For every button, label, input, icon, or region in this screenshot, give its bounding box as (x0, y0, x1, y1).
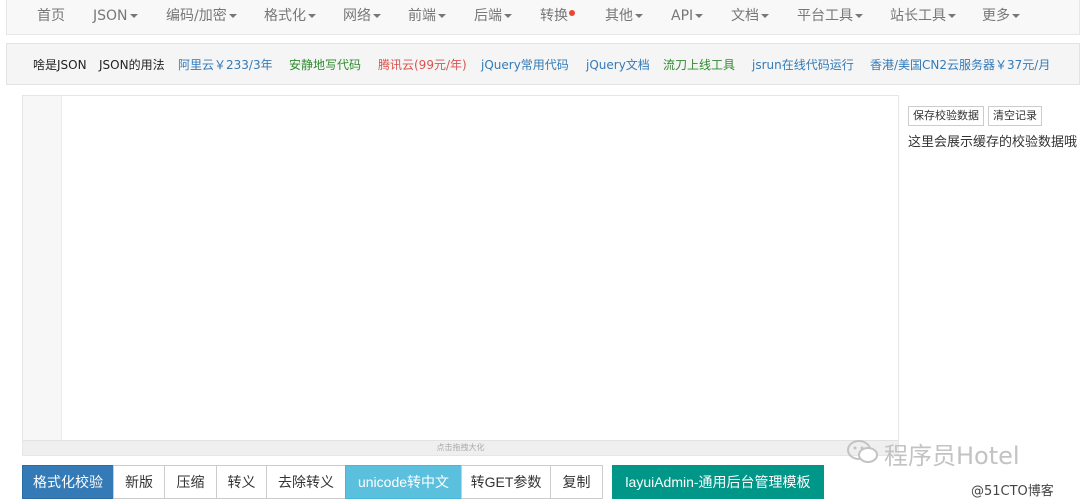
nav-item-encode[interactable]: 编码/加密 (166, 0, 237, 35)
nav-item-network[interactable]: 网络 (343, 0, 381, 35)
unescape-button[interactable]: 去除转义 (266, 465, 346, 499)
nav-item-label: 文档 (731, 8, 759, 24)
caret-down-icon (228, 14, 237, 18)
caret-down-icon (129, 14, 138, 18)
cache-placeholder-text: 这里会展示缓存的校验数据哦 (908, 135, 1078, 150)
link-tencent-cloud[interactable]: 腾讯云(99元/年) (378, 44, 467, 86)
top-navbar: 首页 JSON 编码/加密 格式化 网络 前端 后端 转换 其他 API 文档 … (6, 0, 1080, 35)
nav-item-label: API (671, 8, 694, 24)
quick-links-bar: 啥是JSON JSON的用法 阿里云￥233/3年 安静地写代码 腾讯云(99元… (6, 43, 1080, 85)
nav-item-json[interactable]: JSON (93, 0, 138, 35)
watermark: 程序员Hotel (846, 438, 1020, 474)
wechat-icon (846, 438, 880, 476)
copyright-text: @51CTO博客 (971, 484, 1054, 499)
link-what-is-json[interactable]: 啥是JSON (33, 44, 87, 86)
nav-item-platform-tools[interactable]: 平台工具 (797, 0, 863, 35)
save-validation-button[interactable]: 保存校验数据 (908, 106, 984, 126)
escape-button[interactable]: 转义 (216, 465, 267, 499)
caret-down-icon (1012, 14, 1020, 18)
nav-item-label: 前端 (408, 8, 436, 24)
link-aliyun[interactable]: 阿里云￥233/3年 (178, 44, 273, 86)
watermark-text: 程序员Hotel (884, 442, 1020, 470)
link-jsrun[interactable]: jsrun在线代码运行 (752, 44, 854, 86)
nav-item-frontend[interactable]: 前端 (408, 0, 446, 35)
link-json-usage[interactable]: JSON的用法 (99, 44, 165, 86)
nav-item-backend[interactable]: 后端 (474, 0, 512, 35)
caret-down-icon (948, 14, 956, 18)
caret-down-icon (438, 14, 446, 18)
nav-item-docs[interactable]: 文档 (731, 0, 769, 35)
caret-down-icon (695, 14, 704, 18)
format-validate-button[interactable]: 格式化校验 (22, 465, 114, 499)
nav-item-other[interactable]: 其他 (605, 0, 643, 35)
copy-button[interactable]: 复制 (550, 465, 603, 499)
new-dot-icon (569, 10, 575, 16)
caret-down-icon (855, 14, 863, 18)
nav-item-label: 站长工具 (890, 8, 946, 24)
to-get-params-button[interactable]: 转GET参数 (461, 465, 551, 499)
link-jquery-code[interactable]: jQuery常用代码 (481, 44, 569, 86)
json-editor[interactable]: 点击拖拽大化 (22, 95, 899, 456)
caret-down-icon (504, 14, 512, 18)
layuiadmin-template-button[interactable]: layuiAdmin-通用后台管理模板 (612, 465, 824, 499)
nav-item-label: 平台工具 (797, 8, 853, 24)
nav-item-label: 编码/加密 (166, 8, 227, 24)
caret-down-icon (373, 14, 381, 18)
line-number-gutter (23, 96, 62, 441)
nav-item-label: 更多 (982, 8, 1010, 24)
nav-item-label: 后端 (474, 8, 502, 24)
editor-resize-handle[interactable]: 点击拖拽大化 (23, 440, 898, 455)
nav-item-webmaster-tools[interactable]: 站长工具 (890, 0, 956, 35)
link-cn2-server[interactable]: 香港/美国CN2云服务器￥37元/月 (870, 44, 1050, 86)
caret-down-icon (308, 14, 316, 18)
unicode-to-chinese-button[interactable]: unicode转中文 (345, 465, 462, 499)
nav-item-home[interactable]: 首页 (37, 0, 65, 35)
nav-item-label: JSON (93, 8, 128, 24)
nav-item-label: 格式化 (264, 8, 306, 24)
new-version-button[interactable]: 新版 (113, 465, 165, 499)
nav-item-label: 转换 (540, 8, 568, 24)
link-jquery-docs[interactable]: jQuery文档 (586, 44, 650, 86)
caret-down-icon (761, 14, 769, 18)
resize-hint-text: 点击拖拽大化 (436, 443, 485, 452)
nav-item-format[interactable]: 格式化 (264, 0, 316, 35)
link-write-code[interactable]: 安静地写代码 (289, 44, 361, 86)
nav-item-more[interactable]: 更多 (982, 0, 1020, 35)
clear-records-button[interactable]: 清空记录 (988, 106, 1042, 126)
nav-item-label: 首页 (37, 8, 65, 24)
compress-button[interactable]: 压缩 (164, 465, 217, 499)
nav-item-convert[interactable]: 转换 (540, 0, 575, 35)
caret-down-icon (635, 14, 643, 18)
nav-item-api[interactable]: API (671, 0, 704, 35)
link-liudao-tools[interactable]: 流刀上线工具 (663, 44, 735, 86)
nav-item-label: 其他 (605, 8, 633, 24)
nav-item-label: 网络 (343, 8, 371, 24)
